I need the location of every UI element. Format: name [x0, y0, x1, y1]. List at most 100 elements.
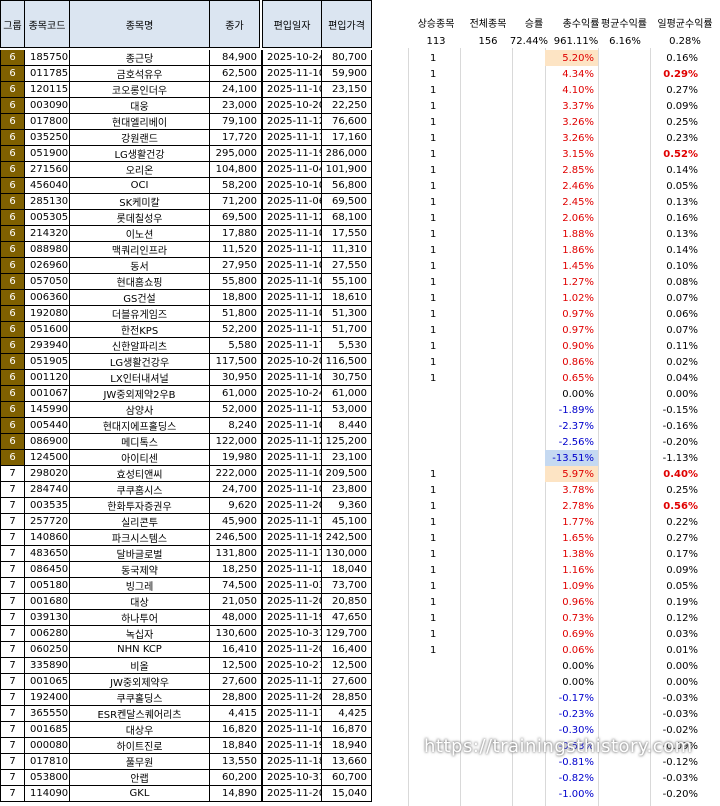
- cell-daily-return[interactable]: 0.09%: [650, 98, 702, 114]
- cell-close[interactable]: 52,200: [210, 322, 262, 338]
- cell-name[interactable]: JW중외제약2우B: [70, 386, 210, 402]
- cell-group[interactable]: 7: [0, 642, 25, 658]
- cell-price[interactable]: 18,940: [322, 738, 372, 754]
- cell-group[interactable]: 7: [0, 754, 25, 770]
- cell-return[interactable]: 0.00%: [545, 658, 598, 674]
- cell-close[interactable]: 23,000: [210, 98, 262, 114]
- cell-close[interactable]: 61,000: [210, 386, 262, 402]
- cell-up[interactable]: 1: [430, 322, 436, 338]
- cell-group[interactable]: 6: [0, 386, 25, 402]
- cell-up[interactable]: 1: [430, 370, 436, 386]
- cell-name[interactable]: 대웅: [70, 98, 210, 114]
- cell-return[interactable]: 2.45%: [545, 194, 598, 210]
- cell-close[interactable]: 62,500: [210, 66, 262, 82]
- cell-code[interactable]: 039130: [25, 610, 70, 626]
- cell-return[interactable]: 1.38%: [545, 546, 598, 562]
- cell-daily-return[interactable]: 0.16%: [650, 50, 702, 66]
- cell-group[interactable]: 7: [0, 722, 25, 738]
- cell-date[interactable]: 2025-11-11: [262, 322, 322, 338]
- cell-code[interactable]: 003535: [25, 498, 70, 514]
- cell-code[interactable]: 001065: [25, 674, 70, 690]
- cell-name[interactable]: 현대홈쇼핑: [70, 274, 210, 290]
- cell-date[interactable]: 2025-11-10: [262, 482, 322, 498]
- cell-code[interactable]: 483650: [25, 546, 70, 562]
- cell-date[interactable]: 2025-10-20: [262, 98, 322, 114]
- summary-header-daily-avg[interactable]: 일평균수익률: [650, 14, 720, 30]
- cell-price[interactable]: 5,530: [322, 338, 372, 354]
- cell-up[interactable]: 1: [430, 578, 436, 594]
- cell-code[interactable]: 088980: [25, 242, 70, 258]
- cell-daily-return[interactable]: 0.16%: [650, 210, 702, 226]
- cell-price[interactable]: 47,650: [322, 610, 372, 626]
- cell-date[interactable]: 2025-11-10: [262, 306, 322, 322]
- cell-close[interactable]: 69,500: [210, 210, 262, 226]
- cell-name[interactable]: 이노션: [70, 226, 210, 242]
- cell-price[interactable]: 125,200: [322, 434, 372, 450]
- cell-close[interactable]: 16,410: [210, 642, 262, 658]
- cell-code[interactable]: 285130: [25, 194, 70, 210]
- cell-code[interactable]: 114090: [25, 786, 70, 802]
- cell-group[interactable]: 7: [0, 578, 25, 594]
- cell-price[interactable]: 4,425: [322, 706, 372, 722]
- cell-close[interactable]: 5,580: [210, 338, 262, 354]
- cell-price[interactable]: 80,700: [322, 50, 372, 66]
- cell-return[interactable]: 3.78%: [545, 482, 598, 498]
- header-date[interactable]: 편입일자: [262, 0, 322, 48]
- cell-code[interactable]: 298020: [25, 466, 70, 482]
- cell-daily-return[interactable]: 0.10%: [650, 258, 702, 274]
- cell-daily-return[interactable]: 0.52%: [650, 146, 702, 162]
- cell-return[interactable]: 1.77%: [545, 514, 598, 530]
- cell-daily-return[interactable]: 0.02%: [650, 354, 702, 370]
- cell-daily-return[interactable]: 0.03%: [650, 626, 702, 642]
- cell-close[interactable]: 51,800: [210, 306, 262, 322]
- cell-group[interactable]: 6: [0, 130, 25, 146]
- cell-code[interactable]: 051600: [25, 322, 70, 338]
- cell-close[interactable]: 30,950: [210, 370, 262, 386]
- cell-price[interactable]: 51,300: [322, 306, 372, 322]
- cell-close[interactable]: 18,840: [210, 738, 262, 754]
- cell-price[interactable]: 15,040: [322, 786, 372, 802]
- cell-return[interactable]: 0.96%: [545, 594, 598, 610]
- cell-up[interactable]: 1: [430, 562, 436, 578]
- cell-name[interactable]: 달바글로벌: [70, 546, 210, 562]
- cell-group[interactable]: 6: [0, 50, 25, 66]
- cell-return[interactable]: -1.89%: [545, 402, 598, 418]
- cell-daily-return[interactable]: 0.14%: [650, 242, 702, 258]
- cell-return[interactable]: 0.86%: [545, 354, 598, 370]
- cell-return[interactable]: 1.09%: [545, 578, 598, 594]
- cell-price[interactable]: 61,000: [322, 386, 372, 402]
- cell-group[interactable]: 6: [0, 242, 25, 258]
- cell-group[interactable]: 6: [0, 402, 25, 418]
- cell-close[interactable]: 122,000: [210, 434, 262, 450]
- cell-price[interactable]: 27,600: [322, 674, 372, 690]
- cell-daily-return[interactable]: 0.00%: [650, 658, 702, 674]
- cell-name[interactable]: 효성티앤씨: [70, 466, 210, 482]
- cell-up[interactable]: 1: [430, 466, 436, 482]
- cell-name[interactable]: 대상우: [70, 722, 210, 738]
- cell-date[interactable]: 2025-11-17: [262, 706, 322, 722]
- cell-up[interactable]: 1: [430, 306, 436, 322]
- cell-close[interactable]: 52,000: [210, 402, 262, 418]
- cell-daily-return[interactable]: 0.27%: [650, 530, 702, 546]
- cell-code[interactable]: 365550: [25, 706, 70, 722]
- cell-close[interactable]: 27,600: [210, 674, 262, 690]
- cell-name[interactable]: 강원랜드: [70, 130, 210, 146]
- cell-price[interactable]: 18,610: [322, 290, 372, 306]
- cell-date[interactable]: 2025-11-12: [262, 674, 322, 690]
- cell-return[interactable]: 0.06%: [545, 642, 598, 658]
- cell-up[interactable]: 1: [430, 66, 436, 82]
- cell-close[interactable]: 8,240: [210, 418, 262, 434]
- cell-price[interactable]: 17,160: [322, 130, 372, 146]
- cell-name[interactable]: NHN KCP: [70, 642, 210, 658]
- cell-name[interactable]: OCI: [70, 178, 210, 194]
- cell-group[interactable]: 7: [0, 514, 25, 530]
- cell-close[interactable]: 84,900: [210, 50, 262, 66]
- cell-close[interactable]: 79,100: [210, 114, 262, 130]
- cell-return[interactable]: 3.37%: [545, 98, 598, 114]
- cell-name[interactable]: 동국제약: [70, 562, 210, 578]
- cell-group[interactable]: 7: [0, 770, 25, 786]
- cell-name[interactable]: JW중외제약우: [70, 674, 210, 690]
- cell-date[interactable]: 2025-11-10: [262, 258, 322, 274]
- cell-date[interactable]: 2025-11-19: [262, 146, 322, 162]
- cell-code[interactable]: 057050: [25, 274, 70, 290]
